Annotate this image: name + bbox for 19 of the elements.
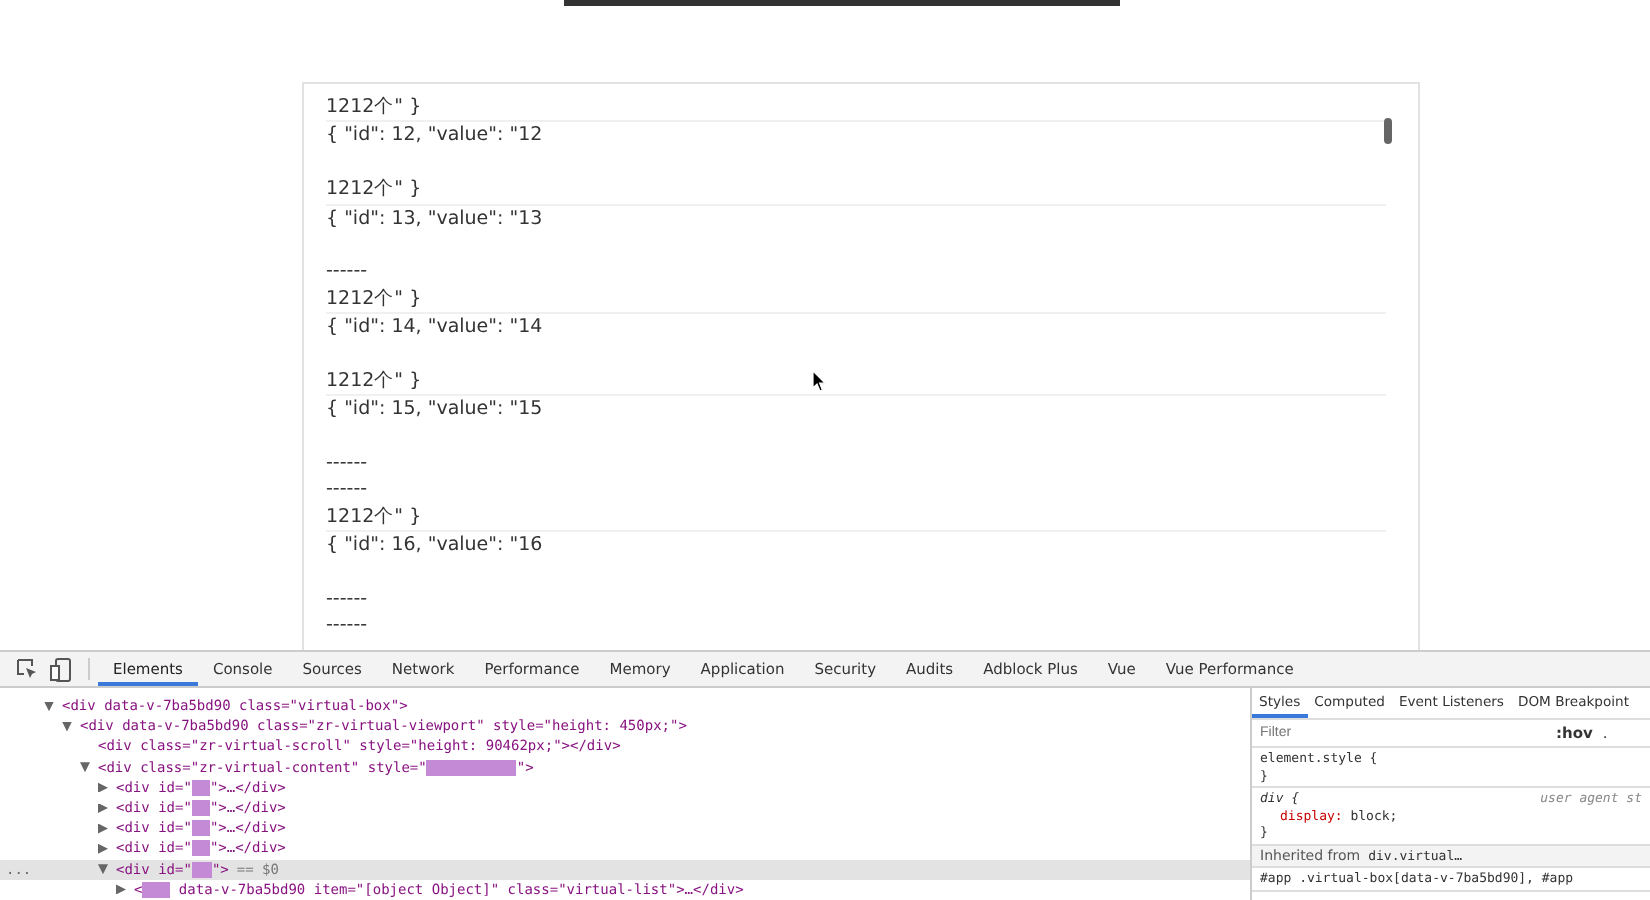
- list-text: 1212个" }: [326, 369, 422, 392]
- list-text: { "id": 12, "value": "12: [326, 124, 543, 147]
- list-text: ------: [326, 452, 368, 475]
- list-text: ------: [326, 478, 368, 501]
- list-text: { "id": 14, "value": "14: [326, 316, 543, 339]
- list-text: { "id": 16, "value": "16: [326, 534, 543, 557]
- list-text: 1212个" }: [326, 505, 422, 528]
- list-text: 1212个" }: [326, 287, 422, 310]
- inspect-icon[interactable]: [16, 658, 38, 680]
- list-text: 1212个" }: [326, 94, 424, 121]
- list-text: ------: [326, 614, 368, 637]
- list-text: 1212个" }: [326, 178, 422, 201]
- list-text: { "id": 15, "value": "15: [326, 398, 543, 421]
- scrollbar-thumb[interactable]: [1384, 118, 1392, 144]
- list-text: ------: [326, 588, 368, 611]
- list-text: { "id": 13, "value": "13: [326, 207, 543, 230]
- device-icon[interactable]: [50, 657, 72, 681]
- cursor-icon: [812, 370, 826, 392]
- list-text: ------: [326, 260, 368, 283]
